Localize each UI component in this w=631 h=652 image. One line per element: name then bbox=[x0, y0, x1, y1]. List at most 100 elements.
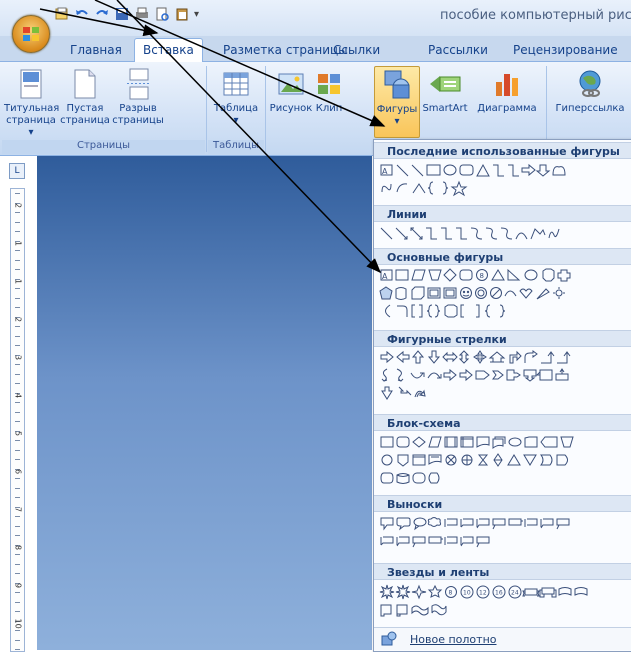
vertical-ruler[interactable]: 2 1 1 2 3 4 5 6 7 8 9 10 bbox=[10, 188, 25, 652]
flowchart-icons-3[interactable] bbox=[379, 470, 629, 487]
shape-row[interactable] bbox=[379, 515, 629, 532]
shape-row[interactable] bbox=[379, 349, 629, 366]
basic-shapes-icons-2[interactable] bbox=[379, 285, 629, 302]
shape-row[interactable] bbox=[379, 180, 629, 197]
svg-text:12: 12 bbox=[479, 590, 487, 597]
hyperlink-button[interactable]: Гиперссылка bbox=[552, 68, 628, 115]
shape-row[interactable] bbox=[379, 385, 629, 402]
picture-icon bbox=[278, 73, 304, 95]
ruler-tick bbox=[15, 297, 20, 299]
undo-icon[interactable] bbox=[74, 6, 90, 22]
ruler-tick bbox=[15, 592, 20, 593]
ruler-number: 1 bbox=[13, 278, 23, 285]
preview-icon[interactable] bbox=[154, 6, 170, 22]
cover-page-button[interactable]: Титульная страница ▾ bbox=[4, 68, 59, 139]
office-button[interactable] bbox=[12, 15, 50, 53]
qat-dropdown-icon[interactable]: ▾ bbox=[194, 9, 199, 20]
picture-button[interactable]: Рисунок bbox=[268, 68, 314, 115]
stars-icons[interactable]: 8 10 12 16 24 bbox=[379, 584, 629, 601]
ruler-number: 8 bbox=[13, 544, 23, 551]
block-arrows-icons-2[interactable] bbox=[379, 367, 629, 384]
chart-icon bbox=[496, 74, 518, 96]
blank-page-icon bbox=[74, 69, 96, 99]
shape-row[interactable] bbox=[379, 225, 629, 242]
callout-icons[interactable] bbox=[379, 515, 629, 532]
ruler-tick bbox=[15, 250, 20, 251]
svg-text:8: 8 bbox=[449, 590, 453, 597]
table-button[interactable]: Таблица ▾ bbox=[212, 68, 260, 127]
ruler-number: 9 bbox=[13, 582, 23, 589]
ribbon-separator bbox=[206, 66, 207, 152]
block-arrows-icons[interactable] bbox=[379, 349, 629, 366]
block-arrows-icons-3[interactable] bbox=[379, 385, 629, 402]
shape-row[interactable] bbox=[379, 303, 629, 320]
basic-shapes-icons-3[interactable] bbox=[379, 303, 629, 320]
ruler-number: 2 bbox=[13, 316, 23, 323]
ruler-tick bbox=[15, 326, 20, 327]
redo-icon[interactable] bbox=[94, 6, 110, 22]
tab-insert[interactable]: Вставка bbox=[134, 38, 203, 62]
tab-home[interactable]: Главная bbox=[62, 40, 130, 60]
shape-row[interactable]: 8 10 12 16 24 bbox=[379, 584, 629, 601]
page-break-button[interactable]: Разрыв страницы bbox=[112, 68, 164, 127]
ruler-tick bbox=[15, 639, 20, 641]
shape-row[interactable] bbox=[379, 602, 629, 619]
smartart-icon bbox=[430, 76, 461, 92]
tab-references[interactable]: Ссылки bbox=[325, 40, 388, 60]
section-callouts: Выноски bbox=[374, 495, 631, 512]
document-page[interactable] bbox=[31, 156, 372, 650]
tab-selector[interactable]: L bbox=[9, 163, 25, 179]
shape-row[interactable]: A 8 bbox=[379, 267, 629, 284]
basic-shapes-icons[interactable]: A 8 bbox=[379, 267, 629, 284]
ruler-tick bbox=[15, 421, 20, 422]
group-label-tables: Таблицы bbox=[208, 140, 264, 154]
page-break-icon bbox=[127, 68, 150, 100]
stars-icons-2[interactable] bbox=[379, 602, 629, 619]
shapes-button[interactable]: Фигуры ▾ bbox=[374, 66, 420, 138]
ruler-tick bbox=[15, 259, 20, 261]
blank-page-button[interactable]: Пустая страница bbox=[60, 68, 110, 127]
recent-shapes-icons-2[interactable] bbox=[379, 180, 629, 197]
shape-row[interactable] bbox=[379, 452, 629, 469]
shapes-icon bbox=[384, 70, 410, 99]
flowchart-icons-2[interactable] bbox=[379, 452, 629, 469]
new-canvas-icon bbox=[381, 631, 397, 646]
flowchart-icons[interactable] bbox=[379, 434, 629, 451]
shape-row[interactable] bbox=[379, 285, 629, 302]
open-icon[interactable] bbox=[54, 6, 70, 22]
svg-text:10: 10 bbox=[463, 590, 471, 597]
smartart-button[interactable]: SmartArt bbox=[420, 68, 470, 115]
hyperlink-icon bbox=[579, 70, 601, 97]
clip-button[interactable]: Клип bbox=[314, 68, 344, 115]
print-icon[interactable] bbox=[134, 6, 150, 22]
shapes-gallery[interactable]: Последние использованные фигуры A Линии … bbox=[373, 139, 631, 652]
svg-text:A: A bbox=[382, 167, 388, 176]
callout-icons-2[interactable] bbox=[379, 533, 629, 550]
window-title: пособие компьютерный рисуно bbox=[440, 8, 631, 23]
tab-review[interactable]: Рецензирование bbox=[505, 40, 626, 60]
ruler-tick bbox=[15, 221, 20, 223]
ruler-tick bbox=[15, 487, 20, 489]
shape-row[interactable]: A bbox=[379, 162, 629, 179]
ruler-tick bbox=[15, 516, 20, 517]
new-canvas-item[interactable]: Новое полотно bbox=[374, 627, 631, 650]
shape-row[interactable] bbox=[379, 434, 629, 451]
ruler-tick bbox=[15, 212, 20, 213]
tab-mailings[interactable]: Рассылки bbox=[420, 40, 496, 60]
recent-shapes-icons[interactable]: A bbox=[379, 162, 629, 179]
ruler-tick bbox=[15, 611, 20, 612]
shape-row[interactable] bbox=[379, 367, 629, 384]
paste-icon[interactable] bbox=[174, 6, 190, 22]
shape-row[interactable] bbox=[379, 470, 629, 487]
line-shapes-icons[interactable] bbox=[379, 225, 629, 242]
section-stars-ribbons: Звезды и ленты bbox=[374, 563, 631, 580]
chart-button[interactable]: Диаграмма bbox=[472, 68, 542, 115]
cover-page-icon bbox=[20, 69, 42, 99]
ruler-tick bbox=[15, 440, 20, 441]
ruler-tick bbox=[15, 411, 20, 413]
shape-row[interactable] bbox=[379, 533, 629, 550]
ruler-tick bbox=[15, 478, 20, 479]
save-icon[interactable] bbox=[114, 6, 130, 22]
ruler-tick bbox=[15, 554, 20, 555]
ruler-number: 7 bbox=[13, 506, 23, 513]
